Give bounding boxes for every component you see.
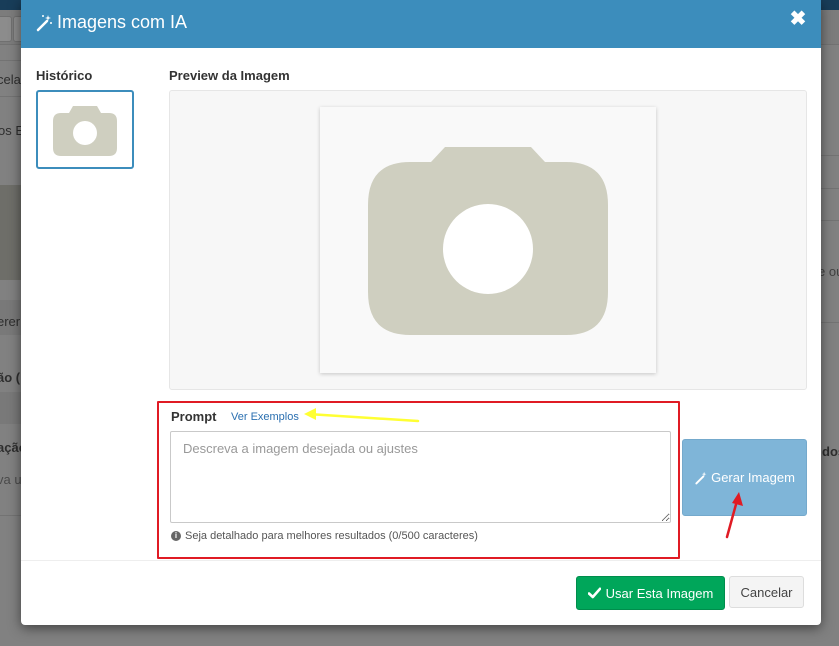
close-icon: ✖ xyxy=(789,8,807,30)
history-label: Histórico xyxy=(36,68,93,83)
camera-icon xyxy=(368,147,608,335)
camera-icon xyxy=(53,106,117,156)
cancel-button[interactable]: Cancelar xyxy=(729,576,804,608)
ai-images-modal: Imagens com IA ✖ Histórico Preview da Im… xyxy=(21,0,821,625)
modal-title-text: Imagens com IA xyxy=(57,12,188,32)
modal-footer-divider xyxy=(21,560,821,561)
checkmark-icon xyxy=(587,587,601,599)
close-button[interactable]: ✖ xyxy=(789,8,807,30)
prompt-section: Prompt Ver Exemplos i Seja detalhado par… xyxy=(157,401,680,559)
cancel-label: Cancelar xyxy=(740,584,793,600)
image-preview-area xyxy=(169,90,807,390)
prompt-label: Prompt xyxy=(171,409,217,424)
use-image-button[interactable]: Usar Esta Imagem xyxy=(576,576,725,610)
view-examples-link[interactable]: Ver Exemplos xyxy=(231,411,299,423)
prompt-hint: i Seja detalhado para melhores resultado… xyxy=(171,530,478,542)
generate-image-button[interactable]: Gerar Imagem xyxy=(682,439,807,516)
history-thumbnail[interactable] xyxy=(36,90,134,169)
generate-image-label: Gerar Imagem xyxy=(711,470,795,485)
modal-header: Imagens com IA ✖ xyxy=(21,0,821,48)
prompt-textarea[interactable] xyxy=(170,431,671,523)
use-image-label: Usar Esta Imagem xyxy=(605,585,714,601)
preview-label: Preview da Imagem xyxy=(169,68,290,83)
prompt-hint-text: Seja detalhado para melhores resultados … xyxy=(185,530,478,542)
modal-title: Imagens com IA xyxy=(35,12,187,33)
image-preview-card xyxy=(320,107,656,373)
magic-wand-icon xyxy=(695,471,707,484)
info-circle-icon: i xyxy=(171,531,181,541)
magic-wand-icon xyxy=(36,14,52,31)
